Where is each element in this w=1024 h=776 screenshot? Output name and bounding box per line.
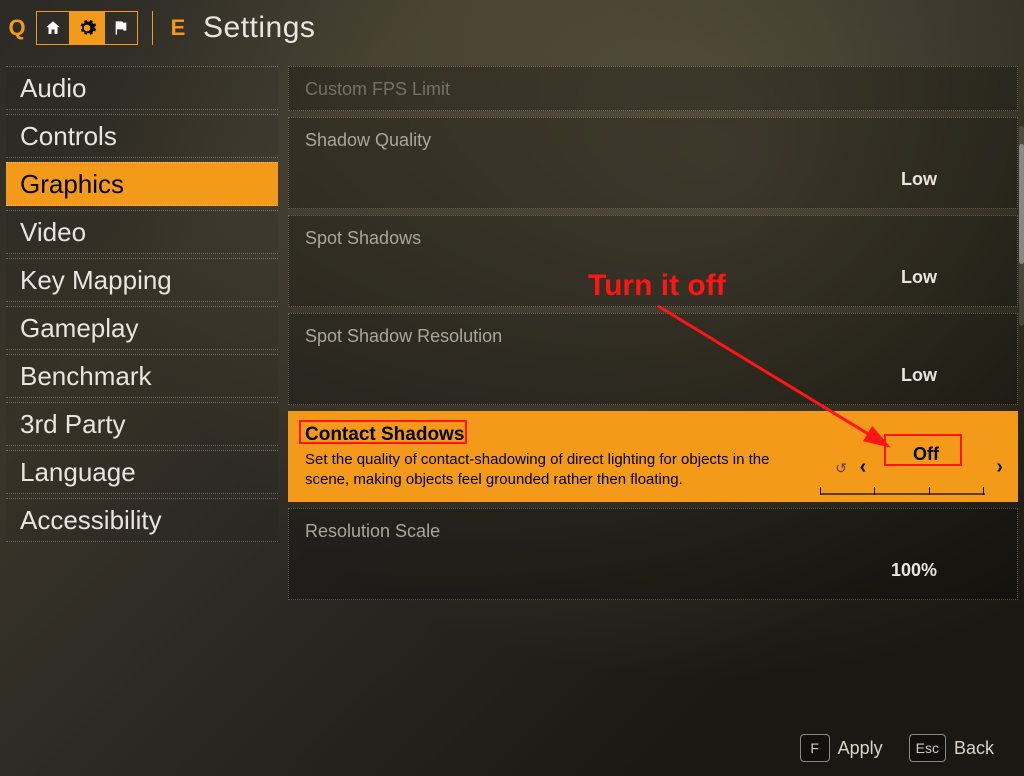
sidebar-item-label: Key Mapping: [20, 265, 172, 296]
scrollbar[interactable]: [1019, 126, 1024, 326]
sidebar-item-label: Controls: [20, 121, 117, 152]
flag-icon: [113, 20, 129, 36]
sidebar-item-3rdparty[interactable]: 3rd Party: [6, 402, 278, 446]
setting-label: Resolution Scale: [305, 521, 1001, 542]
tab-settings[interactable]: [70, 11, 104, 45]
setting-shadow-quality[interactable]: Shadow Quality Low: [288, 117, 1018, 209]
sidebar: Audio Controls Graphics Video Key Mappin…: [6, 56, 278, 676]
key-f: F: [800, 734, 830, 762]
home-icon: [44, 19, 62, 37]
scrollbar-thumb[interactable]: [1019, 144, 1024, 264]
separator: [152, 11, 153, 45]
setting-value: Low: [901, 169, 937, 190]
setting-label: Custom FPS Limit: [305, 79, 1001, 100]
key-esc: Esc: [909, 734, 946, 762]
sidebar-item-controls[interactable]: Controls: [6, 114, 278, 158]
setting-resolution-scale[interactable]: Resolution Scale 100%: [288, 508, 1018, 600]
arrow-right[interactable]: ›: [996, 456, 1003, 479]
key-e-hint: E: [167, 15, 189, 41]
key-q-hint: Q: [6, 15, 28, 41]
footer-apply[interactable]: F Apply: [800, 734, 883, 762]
top-bar: Q E Settings: [0, 0, 1024, 56]
value-arrows: ‹ ›: [860, 456, 1003, 479]
gear-icon: [77, 18, 97, 38]
setting-label: Spot Shadows: [305, 228, 1001, 249]
setting-label: Shadow Quality: [305, 130, 1001, 151]
tab-flag[interactable]: [104, 11, 138, 45]
sidebar-item-keymapping[interactable]: Key Mapping: [6, 258, 278, 302]
setting-value: Low: [901, 365, 937, 386]
setting-value: Low: [901, 267, 937, 288]
sidebar-item-label: Audio: [20, 73, 87, 104]
setting-spot-shadow-resolution[interactable]: Spot Shadow Resolution Low: [288, 313, 1018, 405]
setting-contact-shadows[interactable]: Contact Shadows Set the quality of conta…: [288, 411, 1018, 502]
sidebar-item-graphics[interactable]: Graphics: [6, 162, 278, 206]
sidebar-item-label: Graphics: [20, 169, 124, 200]
sidebar-item-label: 3rd Party: [20, 409, 126, 440]
value-slider[interactable]: [820, 493, 985, 495]
footer: F Apply Esc Back: [800, 734, 994, 762]
sidebar-item-label: Benchmark: [20, 361, 152, 392]
sidebar-item-benchmark[interactable]: Benchmark: [6, 354, 278, 398]
tab-home[interactable]: [36, 11, 70, 45]
setting-label: Contact Shadows: [305, 424, 1001, 446]
setting-spot-shadows[interactable]: Spot Shadows Low: [288, 215, 1018, 307]
sidebar-item-label: Accessibility: [20, 505, 162, 536]
setting-custom-fps-limit[interactable]: Custom FPS Limit: [288, 66, 1018, 111]
sidebar-item-label: Video: [20, 217, 86, 248]
settings-panel: Custom FPS Limit Shadow Quality Low Spot…: [288, 56, 1018, 676]
sidebar-item-video[interactable]: Video: [6, 210, 278, 254]
top-tabs: [36, 11, 138, 45]
sidebar-item-gameplay[interactable]: Gameplay: [6, 306, 278, 350]
sidebar-item-label: Language: [20, 457, 136, 488]
sidebar-item-accessibility[interactable]: Accessibility: [6, 498, 278, 542]
sidebar-item-label: Gameplay: [20, 313, 139, 344]
sidebar-item-language[interactable]: Language: [6, 450, 278, 494]
footer-back[interactable]: Esc Back: [909, 734, 994, 762]
page-title: Settings: [203, 11, 315, 45]
cycle-icon: ↺: [835, 460, 847, 477]
setting-description: Set the quality of contact-shadowing of …: [305, 450, 785, 491]
footer-apply-label: Apply: [838, 738, 883, 759]
footer-back-label: Back: [954, 738, 994, 759]
setting-label: Spot Shadow Resolution: [305, 326, 1001, 347]
arrow-left[interactable]: ‹: [860, 456, 867, 479]
setting-value: 100%: [891, 560, 937, 581]
sidebar-item-audio[interactable]: Audio: [6, 66, 278, 110]
